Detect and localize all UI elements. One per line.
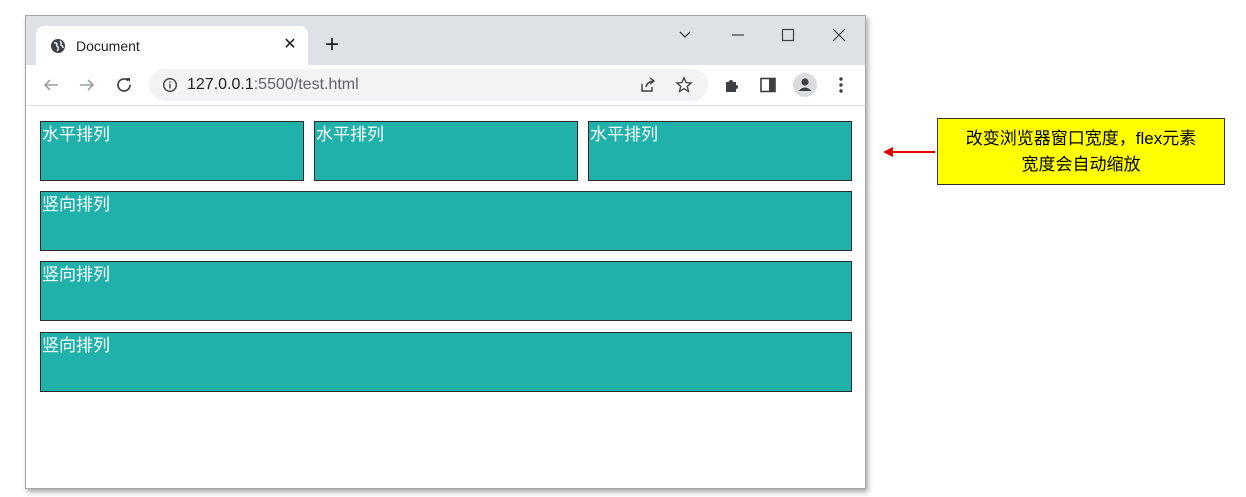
url-host: 127.0.0.1: [187, 76, 254, 93]
address-bar[interactable]: 127.0.0.1:5500/test.html: [149, 69, 708, 101]
profile-icon[interactable]: [793, 73, 817, 97]
annotation-line-1: 改变浏览器窗口宽度，flex元素: [965, 128, 1197, 148]
close-icon[interactable]: ✕: [280, 35, 300, 55]
row-box: 水平排列: [40, 121, 304, 181]
maximize-icon[interactable]: [775, 24, 801, 46]
puzzle-icon[interactable]: [722, 75, 742, 95]
browser-window: Document ✕ + 127.0.0.1:5500/test.html 水平…: [25, 15, 866, 489]
column-box: 竖向排列: [40, 332, 852, 392]
plus-icon[interactable]: +: [320, 33, 344, 58]
browser-toolbar: 127.0.0.1:5500/test.html: [26, 65, 865, 106]
side-panel-icon[interactable]: [758, 75, 778, 95]
arrow-left-icon[interactable]: [41, 75, 61, 95]
column-box: 竖向排列: [40, 191, 852, 251]
globe-icon: [50, 38, 66, 54]
url-path: :5500/test.html: [253, 76, 359, 93]
kebab-menu-icon[interactable]: [831, 75, 851, 95]
row-box: 水平排列: [588, 121, 852, 181]
annotation-arrow: [890, 151, 935, 153]
arrow-right-icon[interactable]: [77, 75, 97, 95]
reload-icon[interactable]: [114, 75, 134, 95]
info-icon[interactable]: [161, 76, 179, 94]
row-box: 水平排列: [314, 121, 578, 181]
url-text[interactable]: 127.0.0.1:5500/test.html: [187, 76, 359, 94]
flex-row-container: 水平排列 水平排列 水平排列: [40, 121, 852, 181]
share-icon[interactable]: [639, 76, 657, 94]
tab-strip: Document ✕ +: [26, 16, 865, 65]
annotation-line-2: 宽度会自动缩放: [1021, 154, 1141, 174]
column-box: 竖向排列: [40, 261, 852, 321]
tab-document[interactable]: Document ✕: [36, 26, 308, 65]
tab-title: Document: [76, 38, 140, 54]
minimize-icon[interactable]: [725, 24, 751, 46]
page-viewport: 水平排列 水平排列 水平排列 竖向排列 竖向排列 竖向排列: [26, 106, 865, 488]
close-icon[interactable]: [826, 24, 852, 46]
annotation-callout: 改变浏览器窗口宽度，flex元素 宽度会自动缩放: [937, 118, 1225, 185]
star-icon[interactable]: [675, 76, 693, 94]
chevron-down-icon[interactable]: [672, 24, 698, 46]
